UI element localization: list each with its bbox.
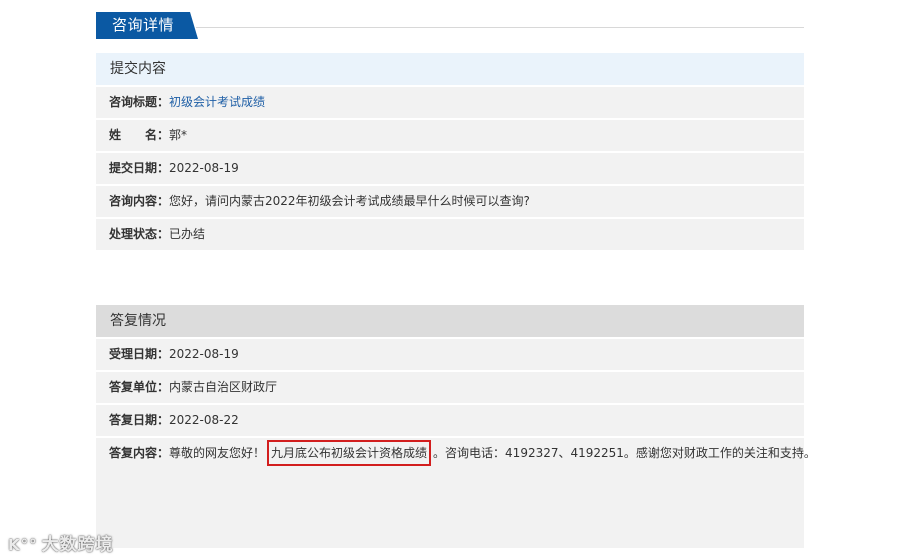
watermark-text: 大数跨境 xyxy=(41,535,114,555)
reply-content-prefix: 尊敬的网友您好！ xyxy=(169,446,266,460)
reply-section: 答复情况 受理日期：2022-08-19 答复单位：内蒙古自治区财政厅 答复日期… xyxy=(96,305,816,548)
page-title-bar: 咨询详情 xyxy=(96,12,804,39)
status-label: 处理状态： xyxy=(109,227,170,241)
watermark: K°° 大数跨境 xyxy=(8,530,114,555)
consult-title-label: 咨询标题： xyxy=(109,95,170,109)
page-title: 咨询详情 xyxy=(96,12,190,39)
consult-content-value: 您好，请问内蒙古2022年初级会计考试成绩最早什么时候可以查询? xyxy=(169,194,530,208)
reply-content-highlight: 九月底公布初级会计资格成绩 xyxy=(267,440,432,466)
consult-content-row: 咨询内容：您好，请问内蒙古2022年初级会计考试成绩最早什么时候可以查询? xyxy=(96,186,804,217)
reply-date-label: 答复日期： xyxy=(109,413,170,427)
reply-content-label: 答复内容： xyxy=(109,446,170,460)
submit-section-header: 提交内容 xyxy=(96,53,804,85)
reply-date-row: 答复日期：2022-08-22 xyxy=(96,405,804,436)
accept-date-label: 受理日期： xyxy=(109,347,170,361)
reply-section-header: 答复情况 xyxy=(96,305,804,337)
consultation-detail-page: 咨询详情 提交内容 咨询标题：初级会计考试成绩 姓 名：郭* 提交日期：2022… xyxy=(0,0,900,560)
name-label: 姓 名： xyxy=(109,128,170,142)
submit-date-row: 提交日期：2022-08-19 xyxy=(96,153,804,184)
reply-unit-label: 答复单位： xyxy=(109,380,170,394)
submit-date-label: 提交日期： xyxy=(109,161,170,175)
accept-date-row: 受理日期：2022-08-19 xyxy=(96,339,804,370)
submit-section: 提交内容 咨询标题：初级会计考试成绩 姓 名：郭* 提交日期：2022-08-1… xyxy=(96,53,804,252)
name-value: 郭* xyxy=(169,128,188,142)
title-divider xyxy=(196,27,804,28)
consult-content-label: 咨询内容： xyxy=(109,194,170,208)
reply-content-suffix: 。咨询电话：4192327、4192251。感谢您对财政工作的关注和支持。 xyxy=(433,446,816,460)
watermark-logo-icon: K°° xyxy=(8,536,38,554)
consult-title-value[interactable]: 初级会计考试成绩 xyxy=(169,95,265,109)
reply-date-value: 2022-08-22 xyxy=(169,413,239,427)
reply-content-row: 答复内容：尊敬的网友您好！ 九月底公布初级会计资格成绩 。咨询电话：4192327、… xyxy=(96,438,816,548)
status-row: 处理状态：已办结 xyxy=(96,219,804,250)
submit-date-value: 2022-08-19 xyxy=(169,161,239,175)
reply-unit-value: 内蒙古自治区财政厅 xyxy=(169,380,278,394)
accept-date-value: 2022-08-19 xyxy=(169,347,239,361)
status-value: 已办结 xyxy=(169,227,206,241)
title-tab-notch xyxy=(190,12,198,39)
consult-title-row: 咨询标题：初级会计考试成绩 xyxy=(96,87,804,118)
reply-unit-row: 答复单位：内蒙古自治区财政厅 xyxy=(96,372,804,403)
name-row: 姓 名：郭* xyxy=(96,120,804,151)
